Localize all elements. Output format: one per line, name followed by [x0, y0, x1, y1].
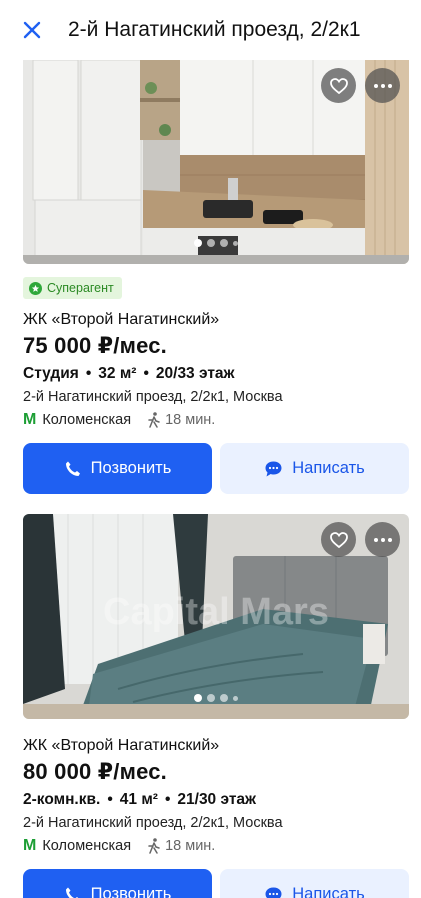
card-actions: Позвонить Написать [23, 869, 409, 898]
photo-pager [23, 239, 409, 247]
walk-time: 18 мин. [147, 412, 215, 428]
call-button[interactable]: Позвонить [23, 869, 212, 898]
pager-dot [194, 239, 202, 247]
metro-info: M Коломенская 18 мин. [23, 411, 409, 429]
call-label: Позвонить [90, 885, 172, 898]
heart-icon [329, 531, 348, 548]
message-label: Написать [292, 885, 365, 898]
price: 75 000 ₽/мес. [23, 333, 167, 358]
rooms: Студия [23, 365, 79, 382]
listing-photo[interactable] [23, 60, 409, 264]
watermark: Capital Mars [103, 591, 329, 633]
chat-icon [265, 461, 282, 476]
area: 32 м² [98, 365, 137, 382]
address: 2-й Нагатинский проезд, 2/2к1, Москва [23, 389, 283, 405]
phone-icon [65, 461, 80, 476]
favorite-button[interactable] [321, 522, 356, 557]
badge-label: Суперагент [47, 281, 114, 295]
complex-name[interactable]: ЖК «Второй Нагатинский» [23, 737, 409, 755]
walking-icon [148, 838, 160, 854]
message-button[interactable]: Написать [220, 443, 409, 494]
metro-station: Коломенская [42, 838, 132, 854]
call-label: Позвонить [90, 459, 172, 477]
metro-info: M Коломенская 18 мин. [23, 837, 409, 855]
call-button[interactable]: Позвонить [23, 443, 212, 494]
params: Студия • 32 м² • 20/33 этаж [23, 365, 235, 382]
price: 80 000 ₽/мес. [23, 759, 167, 784]
pager-dot [220, 239, 228, 247]
floor: 21/30 этаж [177, 791, 257, 808]
favorite-button[interactable] [321, 68, 356, 103]
walk-time-label: 18 мин. [165, 412, 216, 428]
superagent-badge: Суперагент [23, 277, 122, 299]
more-dots-icon [373, 83, 392, 88]
heart-icon [329, 77, 348, 94]
pager-dot [233, 240, 238, 246]
more-button[interactable] [365, 522, 400, 557]
walking-icon [148, 412, 160, 428]
params: 2-комн.кв. • 41 м² • 21/30 этаж [23, 791, 257, 808]
walk-time-label: 18 мин. [165, 838, 216, 854]
walk-time: 18 мин. [147, 838, 215, 854]
close-icon[interactable] [18, 16, 46, 44]
metro-station: Коломенская [42, 412, 132, 428]
more-dots-icon [373, 537, 392, 542]
address: 2-й Нагатинский проезд, 2/2к1, Москва [23, 815, 283, 831]
complex-name[interactable]: ЖК «Второй Нагатинский» [23, 311, 409, 329]
chat-icon [265, 887, 282, 898]
rooms: 2-комн.кв. [23, 791, 101, 808]
star-icon [29, 281, 42, 295]
metro-icon: M [23, 837, 37, 854]
listing-card[interactable]: Capital Mars ЖК «Второй Нагатинский» 80 … [23, 514, 409, 898]
pager-dot [207, 694, 215, 702]
area: 41 м² [119, 791, 158, 808]
pager-dot [194, 694, 202, 702]
phone-icon [65, 887, 79, 898]
message-button[interactable]: Написать [220, 869, 409, 898]
pager-dot [220, 694, 228, 702]
message-label: Написать [292, 459, 365, 477]
listing-card[interactable]: Суперагент ЖК «Второй Нагатинский» 75 00… [23, 60, 409, 494]
photo-pager [23, 694, 409, 702]
floor: 20/33 этаж [155, 365, 235, 382]
more-button[interactable] [365, 68, 400, 103]
page-title: 2-й Нагатинский проезд, 2/2к1 [68, 18, 361, 41]
metro-icon: M [23, 411, 37, 428]
top-bar: 2-й Нагатинский проезд, 2/2к1 [0, 0, 421, 60]
listing-photo[interactable]: Capital Mars [23, 514, 409, 719]
pager-dot [207, 239, 215, 247]
pager-dot [233, 695, 238, 701]
card-actions: Позвонить Написать [23, 443, 409, 494]
